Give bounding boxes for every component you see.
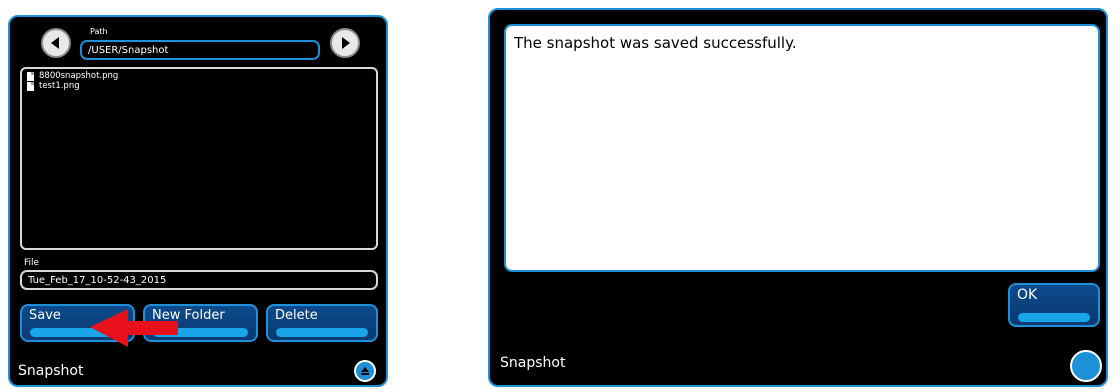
message-dialog: The snapshot was saved successfully. OK …: [488, 8, 1108, 387]
list-item[interactable]: 8800snapshot.png: [27, 71, 371, 81]
file-label: File: [24, 258, 40, 268]
file-name-input[interactable]: Tue_Feb_17_10-52-43_2015: [20, 270, 378, 290]
scroll-up-icon: [361, 367, 369, 375]
file-list[interactable]: 8800snapshot.png test1.png: [20, 67, 378, 250]
message-text: The snapshot was saved successfully.: [504, 24, 1100, 272]
file-browser-panel: Path /USER/Snapshot 8800snapshot.png tes…: [8, 15, 388, 387]
red-arrow-annotation: [90, 309, 178, 347]
back-button[interactable]: [41, 28, 71, 58]
save-button-label: Save: [29, 308, 61, 323]
ok-button-label: OK: [1017, 287, 1038, 303]
scroll-up-button[interactable]: [354, 360, 376, 382]
chevron-right-icon: [342, 37, 350, 49]
button-highlight: [276, 328, 368, 337]
document-icon: [27, 81, 34, 91]
file-name: test1.png: [39, 81, 80, 91]
ok-button[interactable]: OK: [1008, 283, 1100, 327]
panel-title: Snapshot: [18, 363, 84, 379]
path-field[interactable]: /USER/Snapshot: [80, 40, 320, 60]
panel-title: Snapshot: [500, 355, 566, 371]
file-name: 8800snapshot.png: [39, 71, 119, 81]
button-highlight: [1018, 313, 1090, 322]
forward-button[interactable]: [330, 28, 360, 58]
path-label: Path: [90, 27, 108, 36]
delete-button-label: Delete: [275, 308, 318, 323]
document-icon: [27, 71, 34, 81]
chevron-left-icon: [51, 37, 59, 49]
list-item[interactable]: test1.png: [27, 81, 371, 91]
delete-button[interactable]: Delete: [266, 304, 378, 342]
status-indicator[interactable]: [1070, 350, 1102, 382]
